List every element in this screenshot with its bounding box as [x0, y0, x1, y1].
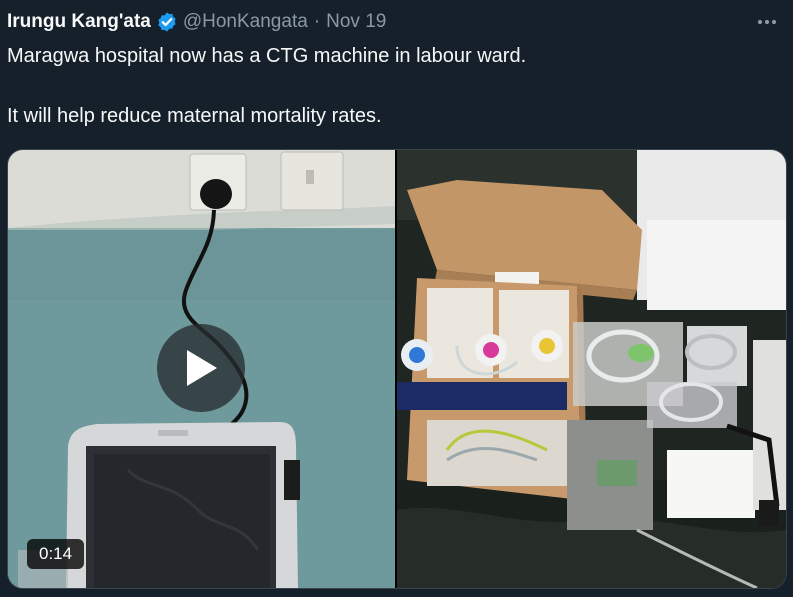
tweet-header: Irungu Kang'ata @HonKangata · Nov 19 — [7, 9, 386, 35]
more-options-icon[interactable] — [755, 12, 779, 32]
video-duration: 0:14 — [27, 539, 85, 569]
tweet-text-line-2: It will help reduce maternal mortality r… — [7, 105, 382, 127]
tweet: Irungu Kang'ata @HonKangata · Nov 19 Mar… — [0, 0, 793, 597]
verified-badge-icon[interactable] — [156, 11, 178, 33]
author-handle[interactable]: @HonKangata — [183, 11, 308, 33]
play-button[interactable] — [157, 324, 245, 412]
header-separator: · — [313, 11, 321, 32]
author-display-name[interactable]: Irungu Kang'ata — [7, 11, 151, 33]
tweet-date[interactable]: Nov 19 — [326, 11, 386, 33]
video-thumbnail[interactable]: 0:14 — [8, 150, 395, 588]
tweet-media: 0:14 — [7, 149, 787, 589]
tweet-text-line-1: Maragwa hospital now has a CTG machine i… — [7, 45, 527, 67]
equipment-photo[interactable] — [397, 150, 786, 588]
play-icon — [187, 350, 217, 386]
